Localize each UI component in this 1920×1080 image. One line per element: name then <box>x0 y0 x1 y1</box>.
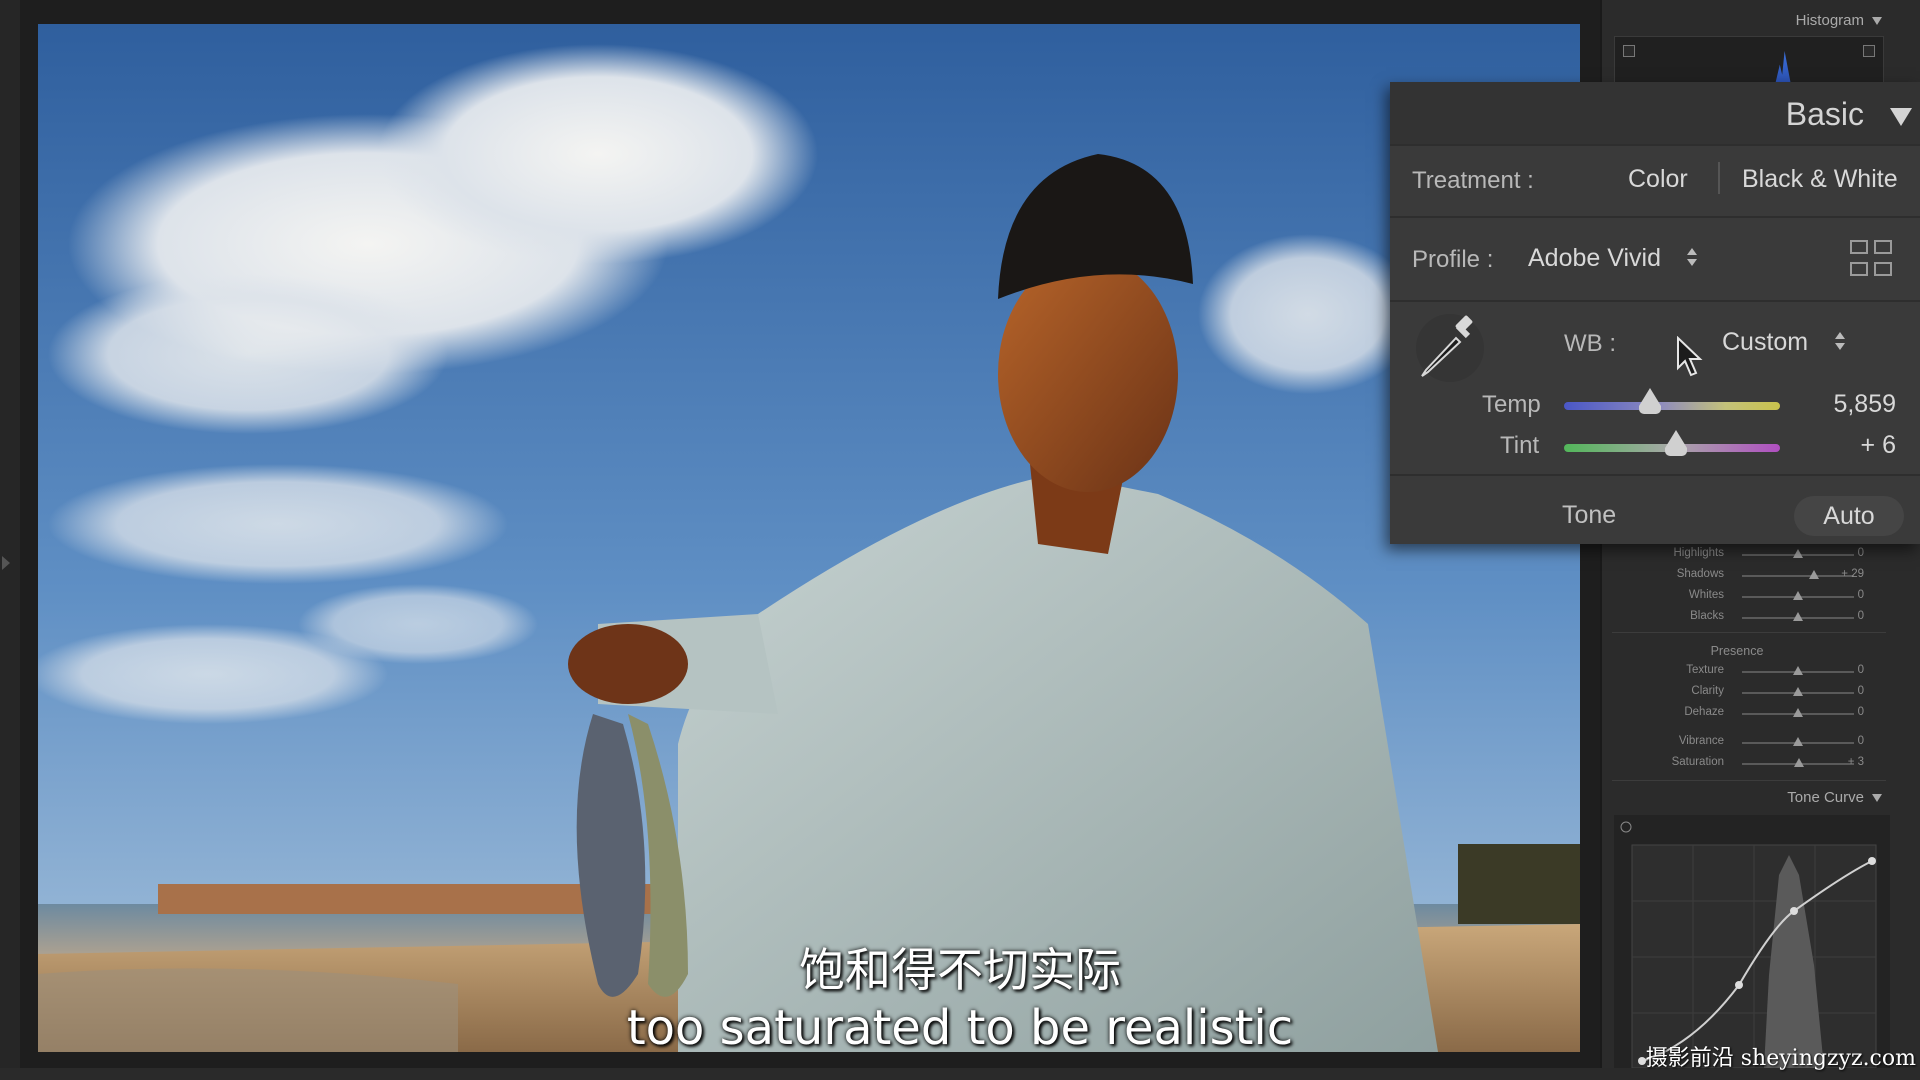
presence-value[interactable]: 0 <box>1858 664 1864 676</box>
updown-arrow-icon[interactable] <box>1835 332 1845 352</box>
divider <box>1390 216 1920 218</box>
profile-label: Profile : <box>1412 246 1494 273</box>
presence-slider-thumb[interactable] <box>1793 708 1803 717</box>
tone-slider-thumb[interactable] <box>1793 549 1803 558</box>
divider <box>1612 632 1886 633</box>
collapse-triangle-icon[interactable] <box>1890 108 1912 126</box>
temp-slider-thumb[interactable] <box>1639 388 1662 414</box>
mouse-cursor-icon <box>1677 336 1703 377</box>
presence-label: Clarity <box>1691 685 1724 697</box>
updown-arrow-icon[interactable] <box>1687 248 1697 268</box>
highlight-clipping-icon[interactable] <box>1863 45 1875 57</box>
tone-label: Highlights <box>1673 547 1725 559</box>
histogram-label: Histogram <box>1795 12 1864 29</box>
presence-value[interactable]: 0 <box>1858 685 1864 697</box>
subtitle-chinese: 饱和得不切实际 <box>799 943 1121 997</box>
color-slider-thumb[interactable] <box>1794 758 1805 767</box>
tone-curve-header[interactable]: Tone Curve <box>1787 789 1882 806</box>
tint-label: Tint <box>1500 432 1540 459</box>
temp-value[interactable]: 5,859 <box>1833 390 1896 419</box>
color-label: Vibrance <box>1678 735 1724 747</box>
tone-row[interactable]: Blacks 0 <box>1602 607 1912 627</box>
presence-row[interactable]: Texture 0 <box>1602 661 1912 681</box>
tone-slider-thumb[interactable] <box>1793 591 1803 600</box>
tone-row[interactable]: Whites 0 <box>1602 586 1912 606</box>
filmstrip-edge <box>0 1068 1920 1080</box>
collapse-triangle-icon <box>1872 794 1882 803</box>
color-value[interactable]: 0 <box>1858 735 1864 747</box>
presence-row[interactable]: Clarity 0 <box>1602 682 1912 702</box>
tone-value[interactable]: 0 <box>1858 547 1864 559</box>
temp-label: Temp <box>1482 391 1541 418</box>
tone-curve-label: Tone Curve <box>1787 789 1864 806</box>
presence-label: Presence <box>1710 644 1764 658</box>
tone-row[interactable]: Shadows + 29 <box>1602 565 1912 585</box>
profile-browser-grid-icon[interactable] <box>1850 240 1894 278</box>
basic-panel-title: Basic <box>1785 96 1864 132</box>
presence-slider-thumb[interactable] <box>1793 666 1803 675</box>
tone-value[interactable]: 0 <box>1858 610 1864 622</box>
color-value[interactable]: + 3 <box>1848 756 1864 768</box>
tone-row[interactable]: Highlights 0 <box>1602 544 1912 564</box>
watermark: 摄影前沿 sheyingzyz.com <box>1645 1046 1916 1071</box>
color-slider-thumb[interactable] <box>1793 737 1803 746</box>
tone-label: Blacks <box>1690 610 1724 622</box>
basic-panel: Basic Treatment : Color Black & White Pr… <box>1390 82 1920 544</box>
treatment-bw-option[interactable]: Black & White <box>1742 165 1898 194</box>
presence-slider-thumb[interactable] <box>1793 687 1803 696</box>
temp-slider-track[interactable] <box>1564 402 1780 410</box>
tone-slider-thumb[interactable] <box>1793 612 1803 621</box>
presence-label: Dehaze <box>1684 706 1724 718</box>
wb-select[interactable]: Custom <box>1722 328 1808 357</box>
photo-illustration <box>38 24 1580 1052</box>
profile-select[interactable]: Adobe Vivid <box>1528 244 1661 273</box>
white-balance-eyedropper-icon[interactable] <box>1412 310 1488 386</box>
presence-row[interactable]: Dehaze 0 <box>1602 703 1912 723</box>
basic-panel-header[interactable]: Basic <box>1390 82 1920 144</box>
tone-label: Shadows <box>1676 568 1724 580</box>
left-panel-edge <box>0 0 20 1080</box>
divider <box>1390 144 1920 146</box>
tone-slider-track[interactable] <box>1742 575 1854 577</box>
photo-preview <box>38 24 1580 1052</box>
collapse-triangle-icon <box>1872 17 1882 26</box>
subtitle-english: too saturated to be realistic <box>626 1000 1294 1056</box>
tone-label: Whites <box>1688 589 1724 601</box>
histogram-graph <box>1775 51 1791 85</box>
auto-tone-button[interactable]: Auto <box>1794 496 1904 536</box>
treatment-separator <box>1718 162 1720 194</box>
color-label: Saturation <box>1671 756 1724 768</box>
presence-value[interactable]: 0 <box>1858 706 1864 718</box>
presence-label: Texture <box>1686 664 1724 676</box>
color-row[interactable]: Vibrance 0 <box>1602 732 1912 752</box>
histogram <box>1614 36 1884 86</box>
color-row[interactable]: Saturation + 3 <box>1602 753 1912 773</box>
tone-slider-thumb[interactable] <box>1808 570 1819 579</box>
tone-value[interactable]: 0 <box>1858 589 1864 601</box>
divider <box>1390 474 1920 476</box>
tint-slider-thumb[interactable] <box>1665 430 1688 456</box>
treatment-color-option[interactable]: Color <box>1628 165 1688 194</box>
left-panel-toggle-icon[interactable] <box>2 556 10 570</box>
wb-label: WB : <box>1564 330 1616 357</box>
divider <box>1612 780 1886 781</box>
tone-value[interactable]: + 29 <box>1841 568 1864 580</box>
shadow-clipping-icon[interactable] <box>1623 45 1635 57</box>
histogram-header[interactable]: Histogram <box>1796 12 1882 29</box>
tint-value[interactable]: + 6 <box>1861 431 1896 460</box>
tone-label: Tone <box>1562 501 1617 529</box>
treatment-label: Treatment : <box>1412 167 1534 194</box>
divider <box>1390 300 1920 302</box>
